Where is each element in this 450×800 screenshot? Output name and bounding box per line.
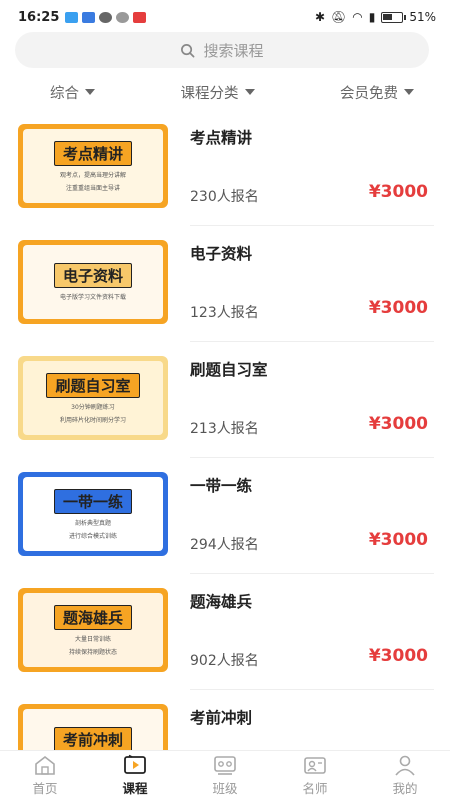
course-item[interactable]: 电子资料电子版学习文件资料下载 电子资料 123人报名 ¥3000 [0,226,450,342]
course-icon [124,754,146,774]
home-icon [35,755,55,775]
course-thumbnail: 考点精讲观考点，提高当理分讲解 注重重组当面主导讲 [18,124,168,208]
app-notification-icon [82,11,96,23]
course-item[interactable]: 一带一练剖析典型真题 进行综合模式训练 一带一练 294人报名 ¥3000 [0,458,450,574]
thumbnail-label: 刷题自习室 [46,372,140,398]
caret-down-icon [244,89,255,95]
course-title: 考前冲刺 [190,709,253,727]
wifi-icon: ◠ [352,10,363,24]
filter-category[interactable]: 课程分类 [181,82,255,103]
teacher-icon [304,757,326,774]
search-bar[interactable]: 搜索课程 [15,32,429,68]
message-icon [116,11,130,23]
thumbnail-card: 一带一练剖析典型真题 进行综合模式训练 [23,477,163,551]
enrolled-count: 902人报名 [190,653,259,669]
enrolled-count: 230人报名 [190,189,259,205]
filter-label: 会员免费 [340,85,398,102]
tab-course[interactable]: 课程 [90,751,180,800]
thumbnail-card: 考点精讲观考点，提高当理分讲解 注重重组当面主导讲 [23,129,163,203]
bluetooth-icon: ✱ [314,10,325,24]
thumbnail-card: 考前冲刺考点突破重点 [23,709,163,750]
tab-label: 我的 [392,781,418,796]
bottom-tab-bar: 首页 课程 班级 名师 我的 [0,750,450,800]
thumbnail-line: 进行综合模式训练 [68,532,117,540]
thumbnail-line: 电子版学习文件资料下载 [59,294,126,301]
thumbnail-line: 持续保持刷题状态 [68,648,117,656]
search-placeholder: 搜索课程 [203,41,264,60]
chat-icon [99,11,113,23]
signal-icon: ▮ [368,10,376,24]
tab-teacher[interactable]: 名师 [270,751,360,800]
course-title: 题海雄兵 [190,593,253,611]
filter-member-free[interactable]: 会员免费 [340,82,414,103]
tab-label: 名师 [302,781,328,796]
enrolled-count: 123人报名 [190,305,259,321]
course-item[interactable]: 考前冲刺考点突破重点 考前冲刺 [0,690,450,750]
enrolled-count: 213人报名 [190,421,259,437]
course-item[interactable]: 题海雄兵大量日常训练 持续保持刷题状态 题海雄兵 902人报名 ¥3000 [0,574,450,690]
app-notification-icon [65,11,79,23]
thumbnail-card: 题海雄兵大量日常训练 持续保持刷题状态 [23,593,163,667]
battery-level: 51% [409,10,436,24]
tab-label: 首页 [32,781,58,796]
course-thumbnail: 电子资料电子版学习文件资料下载 [18,240,168,324]
course-thumbnail: 考前冲刺考点突破重点 [18,704,168,750]
status-bar: 16:25 ✱ 🔕︎ ◠ ▮ 51% [0,0,450,34]
thumbnail-card: 电子资料电子版学习文件资料下载 [23,245,163,319]
tab-home[interactable]: 首页 [0,751,90,800]
course-price: ¥3000 [368,646,428,666]
filter-sort[interactable]: 综合 [50,82,95,103]
caret-down-icon [404,89,414,95]
course-title: 刷题自习室 [190,361,268,379]
course-thumbnail: 题海雄兵大量日常训练 持续保持刷题状态 [18,588,168,672]
course-price: ¥3000 [368,298,428,318]
profile-icon [395,755,415,776]
thumbnail-label: 一带一练 [53,488,132,514]
filter-label: 课程分类 [180,85,239,102]
thumbnail-line: 剖析典型真题 [74,519,111,527]
course-title: 电子资料 [190,245,253,263]
course-price: ¥3000 [368,414,428,434]
course-item[interactable]: 刷题自习室 30分钟刷题练习利用碎片化时间刷分学习 刷题自习室 213人报名 ¥3… [0,342,450,458]
tab-label: 课程 [122,781,148,796]
course-thumbnail: 一带一练剖析典型真题 进行综合模式训练 [18,472,168,556]
course-item[interactable]: 考点精讲观考点，提高当理分讲解 注重重组当面主导讲 考点精讲 230人报名 ¥30… [0,110,450,226]
status-time: 16:25 [18,9,60,25]
thumbnail-label: 考前冲刺 [53,727,132,750]
course-title: 一带一练 [190,477,253,495]
course-price: ¥3000 [368,530,428,550]
thumbnail-label: 考点精讲 [53,140,132,166]
filter-bar: 综合 课程分类 会员免费 [0,78,450,106]
enrolled-count: 294人报名 [190,537,259,553]
tab-class[interactable]: 班级 [180,751,270,800]
app-icon [133,11,147,23]
thumbnail-label: 题海雄兵 [53,604,132,630]
thumbnail-line: 利用碎片化时间刷分学习 [59,416,126,424]
thumbnail-line: 大量日常训练 [74,635,111,643]
course-title: 考点精讲 [190,129,253,147]
thumbnail-line: 30分钟刷题练习 [71,403,115,411]
filter-label: 综合 [50,85,79,102]
thumbnail-label: 电子资料 [53,263,132,288]
thumbnail-line: 观考点，提高当理分讲解 [59,171,126,179]
thumbnail-line: 注重重组当面主导讲 [65,184,120,192]
tab-profile[interactable]: 我的 [360,751,450,800]
caret-down-icon [85,89,95,95]
thumbnail-card: 刷题自习室 30分钟刷题练习利用碎片化时间刷分学习 [23,361,163,435]
search-icon [181,43,195,57]
class-icon [214,756,236,775]
mute-icon: 🔕︎ [331,10,347,24]
course-list: 考点精讲观考点，提高当理分讲解 注重重组当面主导讲 考点精讲 230人报名 ¥30… [0,110,450,750]
battery-icon [381,11,407,23]
course-price: ¥3000 [368,182,428,202]
course-thumbnail: 刷题自习室 30分钟刷题练习利用碎片化时间刷分学习 [18,356,168,440]
tab-label: 班级 [212,781,238,796]
